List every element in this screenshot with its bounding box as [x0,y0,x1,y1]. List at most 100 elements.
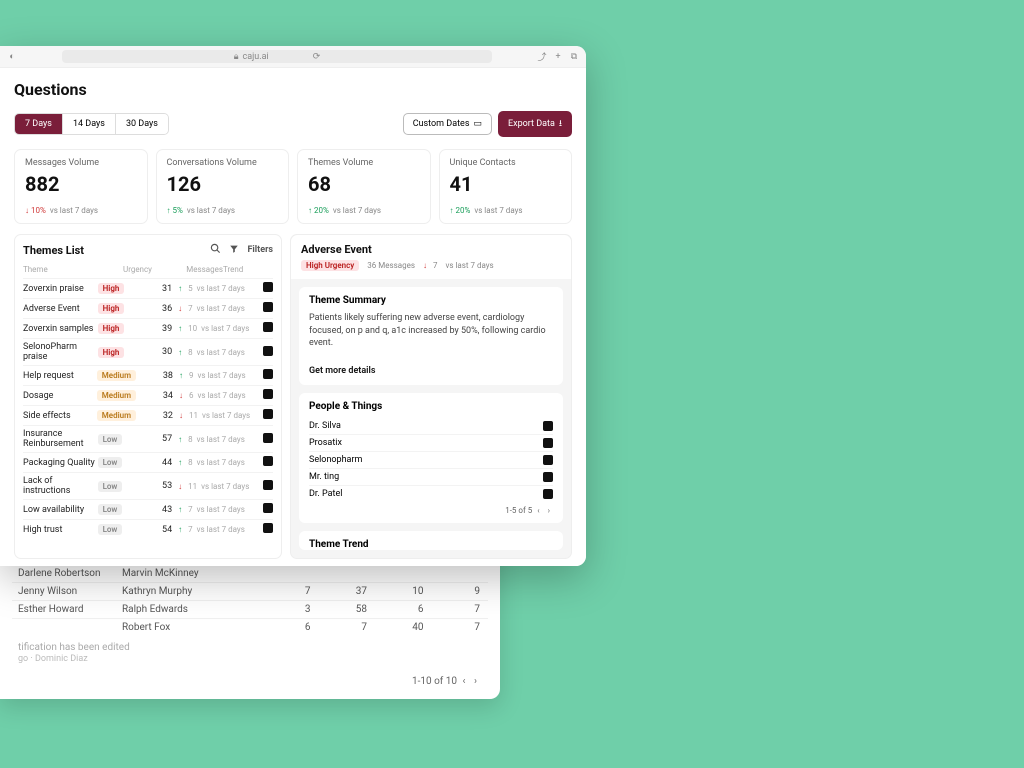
action-icon[interactable] [263,322,273,332]
urgency-badge: Low [98,457,123,468]
urgency-badge: Medium [97,370,136,381]
urgency-badge: Medium [97,410,136,421]
theme-row[interactable]: Dosage Medium 34 6 vs last 7 days [23,385,273,405]
people-row[interactable]: Selonopharm [309,451,553,468]
browser-chrome: ◐ 🔒︎ caju.ai ⟳ ⤴︎ + ⧉ [0,46,586,68]
action-icon[interactable] [263,389,273,399]
urgency-badge: High [98,303,125,314]
theme-messages: 32 [136,411,179,421]
detail-title: Adverse Event [301,243,561,256]
theme-name: Side effects [23,411,97,421]
action-icon[interactable] [263,346,273,356]
address-bar[interactable]: 🔒︎ caju.ai ⟳ [62,50,492,63]
theme-trend: 5 vs last 7 days [178,284,261,293]
theme-name: Insurance Reinbursement [23,429,98,449]
calendar-icon: ▭ [473,119,482,129]
action-icon[interactable] [543,421,553,431]
theme-messages: 57 [135,434,178,444]
action-icon[interactable] [543,455,553,465]
people-row[interactable]: Dr. Silva [309,418,553,434]
table-row[interactable]: Darlene RobertsonMarvin McKinney [12,564,488,582]
theme-trend: 8 vs last 7 days [178,348,261,357]
theme-row[interactable]: Low availability Low 43 7 vs last 7 days [23,499,273,519]
theme-row[interactable]: Side effects Medium 32 11 vs last 7 days [23,405,273,425]
range-7days[interactable]: 7 Days [15,114,62,134]
summary-text: Patients likely suffering new adverse ev… [309,312,553,350]
filter-icon[interactable] [229,244,239,257]
custom-dates-button[interactable]: Custom Dates ▭ [403,113,492,135]
theme-row[interactable]: Zoverxin praise High 31 5 vs last 7 days [23,278,273,298]
export-button[interactable]: Export Data ⭳ [498,111,572,137]
theme-row[interactable]: SelonoPharm praise High 30 8 vs last 7 d… [23,338,273,365]
action-icon[interactable] [263,302,273,312]
theme-row[interactable]: Insurance Reinbursement Low 57 8 vs last… [23,425,273,452]
themes-panel: Themes List Filters Theme Urgency Me [14,234,282,559]
theme-messages: 44 [135,458,178,468]
action-icon[interactable] [263,369,273,379]
theme-trend: 11 vs last 7 days [179,411,261,420]
theme-trend: 7 vs last 7 days [178,505,261,514]
detail-panel: Adverse Event High Urgency 36 Messages 7… [290,234,572,559]
action-icon[interactable] [263,282,273,292]
chevron-left-icon[interactable]: ‹ [534,506,542,515]
action-icon[interactable] [543,489,553,499]
arrow-down-icon [423,261,431,270]
metric-label: Conversations Volume [167,158,279,168]
refresh-icon[interactable]: ⟳ [313,52,321,62]
theme-trend: 6 vs last 7 days [179,391,261,400]
themes-title: Themes List [23,244,84,257]
people-row[interactable]: Prosatix [309,434,553,451]
action-icon[interactable] [543,438,553,448]
table-row[interactable]: Esther HowardRalph Edwards35867 [12,600,488,618]
theme-name: High trust [23,525,98,535]
theme-row[interactable]: Lack of instructions Low 53 11 vs last 7… [23,472,273,499]
main-window: ◐ 🔒︎ caju.ai ⟳ ⤴︎ + ⧉ Questions 7 Days 1… [0,46,586,566]
action-icon[interactable] [263,456,273,466]
theme-messages: 38 [136,371,179,381]
theme-name: Help request [23,371,97,381]
theme-trend: 7 vs last 7 days [178,525,261,534]
theme-row[interactable]: Zoverxin samples High 39 10 vs last 7 da… [23,318,273,338]
metric-delta: ↑ 20% vs last 7 days [308,206,420,215]
metric-label: Unique Contacts [450,158,562,168]
action-icon[interactable] [263,480,273,490]
tabs-icon[interactable]: ⧉ [568,51,580,63]
metric-value: 68 [308,172,420,196]
action-icon[interactable] [263,503,273,513]
action-icon[interactable] [263,433,273,443]
urgency-badge: Low [98,524,123,535]
chevron-right-icon[interactable]: › [545,506,553,515]
filters-label[interactable]: Filters [247,245,273,255]
theme-row[interactable]: Help request Medium 38 9 vs last 7 days [23,365,273,385]
chevron-left-icon[interactable]: ‹ [459,676,468,687]
theme-row[interactable]: Adverse Event High 36 7 vs last 7 days [23,298,273,318]
metric-label: Themes Volume [308,158,420,168]
more-details-link[interactable]: Get more details [309,366,375,376]
theme-row[interactable]: Packaging Quality Low 44 8 vs last 7 day… [23,452,273,472]
metric-delta: ↑ 20% vs last 7 days [450,206,562,215]
action-icon[interactable] [263,409,273,419]
plus-icon[interactable]: + [552,51,564,63]
people-row[interactable]: Dr. Patel [309,485,553,502]
action-icon[interactable] [543,472,553,482]
people-pager: 1-5 of 5 ‹ › [309,502,553,515]
back-pager: 1-10 of 10 ‹ › [12,670,488,687]
share-icon[interactable]: ⤴︎ [536,51,548,63]
trend-card: Theme Trend [299,531,563,550]
search-icon[interactable] [210,243,221,257]
range-14days[interactable]: 14 Days [62,114,115,134]
people-row[interactable]: Mr. ting [309,468,553,485]
table-row[interactable]: Robert Fox67407 [12,618,488,636]
lock-icon: 🔒︎ [234,52,239,62]
theme-trend: 8 vs last 7 days [178,458,261,467]
action-icon[interactable] [263,523,273,533]
date-range-segment: 7 Days 14 Days 30 Days [14,113,169,135]
chevron-right-icon[interactable]: › [471,676,480,687]
range-30days[interactable]: 30 Days [115,114,168,134]
table-row[interactable]: Jenny WilsonKathryn Murphy737109 [12,582,488,600]
metric-card: Unique Contacts 41 ↑ 20% vs last 7 days [439,149,573,224]
urgency-badge: Low [98,481,123,492]
theme-name: Lack of instructions [23,476,98,496]
theme-name: Dosage [23,391,97,401]
theme-row[interactable]: High trust Low 54 7 vs last 7 days [23,519,273,539]
